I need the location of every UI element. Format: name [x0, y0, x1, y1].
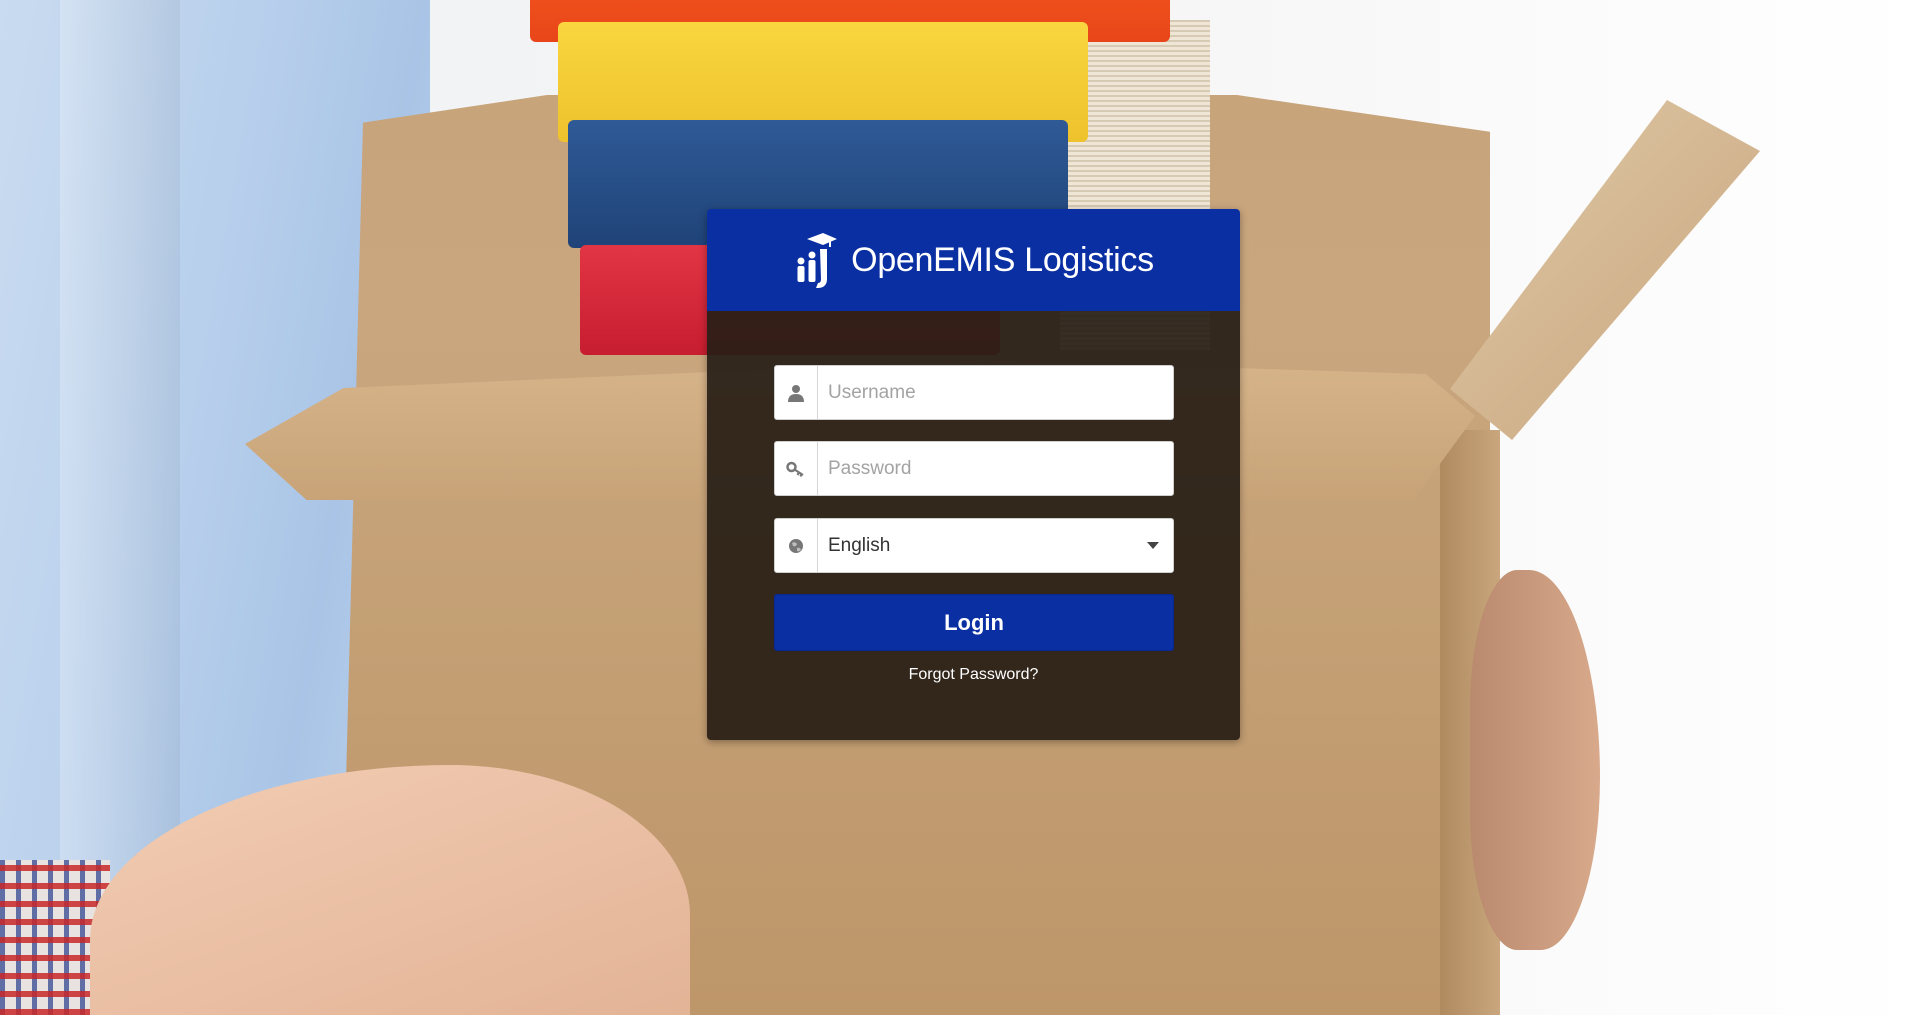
- login-button[interactable]: Login: [774, 594, 1174, 651]
- login-header: OpenEMIS Logistics: [707, 209, 1240, 311]
- app-title: OpenEMIS Logistics: [851, 240, 1154, 279]
- forgot-password-link[interactable]: Forgot Password?: [707, 666, 1240, 684]
- user-icon: [775, 366, 818, 419]
- login-panel: OpenEMIS Logistics Username English Logi…: [707, 209, 1240, 740]
- login-form: English Login Forgot Password?: [707, 311, 1240, 740]
- language-selected-value: English: [828, 534, 891, 556]
- background-box-flap-right: [1450, 100, 1760, 440]
- password-field[interactable]: [774, 441, 1174, 496]
- globe-icon: [775, 519, 818, 572]
- language-select[interactable]: English: [774, 518, 1174, 573]
- password-input[interactable]: [818, 442, 1173, 495]
- key-icon: [775, 442, 818, 495]
- chevron-down-icon[interactable]: [1147, 542, 1159, 549]
- background-hand-right: [1470, 570, 1600, 950]
- username-field[interactable]: [774, 365, 1174, 420]
- username-input[interactable]: [818, 366, 1173, 419]
- openemis-logo-icon: [797, 233, 838, 288]
